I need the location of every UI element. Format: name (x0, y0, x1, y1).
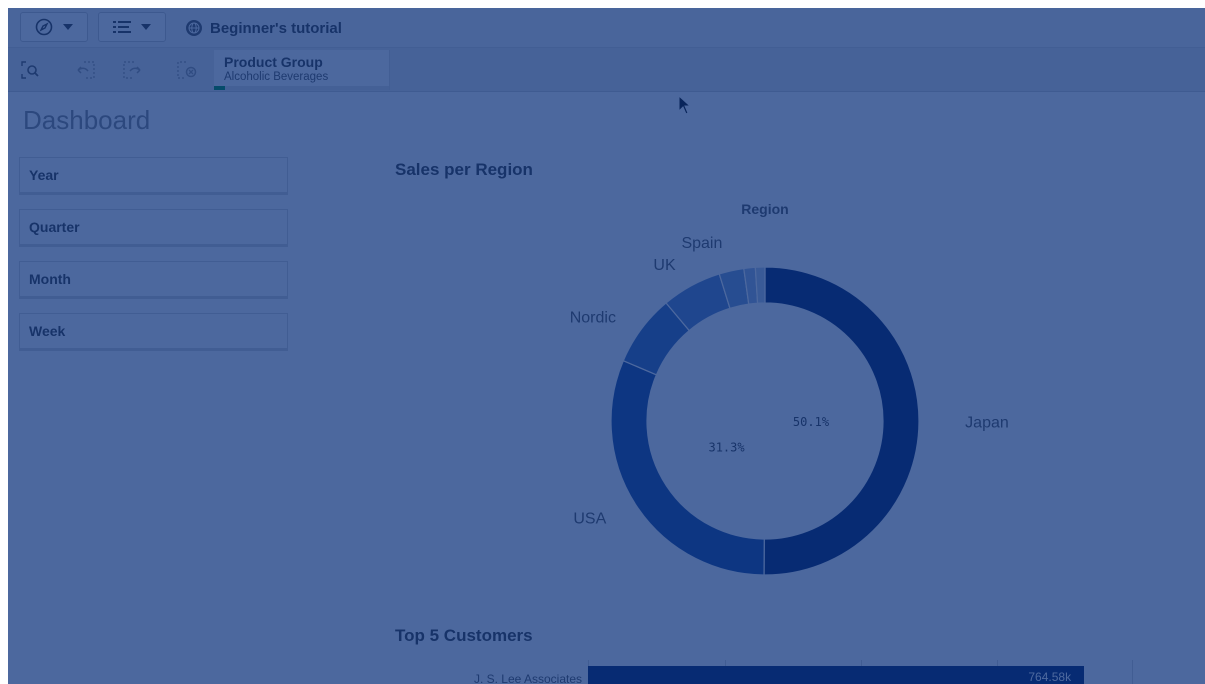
bar-category-label: J. S. Lee Associates (473, 672, 582, 684)
selection-bar: Product Group Alcoholic Beverages (8, 48, 1205, 92)
donut-slice-usa[interactable] (610, 359, 765, 576)
chevron-down-icon (141, 23, 151, 31)
mouse-cursor (678, 94, 692, 120)
frame-edge-top (0, 0, 1205, 8)
donut-slice-japan[interactable] (763, 266, 920, 576)
clear-selections-icon[interactable] (174, 58, 200, 82)
top-toolbar: Beginner's tutorial (8, 8, 1205, 48)
app-window: Beginner's tutorial Product Group Alcoho… (0, 0, 1205, 684)
filter-year[interactable]: Year (19, 157, 288, 195)
step-forward-icon[interactable] (120, 58, 146, 82)
compass-icon (35, 18, 53, 36)
category-label: Japan (965, 415, 1009, 432)
gridline (1132, 660, 1133, 684)
donut-slice-other-6[interactable] (754, 266, 766, 304)
navigation-menu-button[interactable] (20, 12, 88, 42)
category-label: UK (653, 257, 676, 274)
chip-field-value: Alcoholic Beverages (224, 71, 329, 83)
sheets-menu-button[interactable] (98, 12, 166, 42)
data-label: 31.3% (708, 440, 745, 454)
frame-edge-left (0, 0, 8, 684)
bar-value-label: 764.58k (1028, 670, 1072, 684)
selection-chip-product-group[interactable]: Product Group Alcoholic Beverages (214, 50, 390, 90)
chevron-down-icon (63, 23, 73, 31)
bar[interactable] (588, 666, 1085, 684)
filter-quarter[interactable]: Quarter (19, 209, 288, 247)
selection-progress-bar (214, 86, 389, 90)
chip-field-name: Product Group (224, 54, 323, 70)
app-title-text: Beginner's tutorial (210, 19, 342, 37)
app-title: Beginner's tutorial (186, 14, 342, 42)
legend-title: Region (741, 201, 788, 217)
filter-month[interactable]: Month (19, 261, 288, 299)
smart-search-icon[interactable] (18, 58, 44, 82)
data-label: 50.1% (793, 415, 830, 429)
donut-chart[interactable]: Region 50.1% Japan 31.3% USA Nordic UK Spain (560, 195, 1030, 585)
filter-week[interactable]: Week (19, 313, 288, 351)
sheet-title: Dashboard (23, 105, 151, 135)
bar-chart[interactable]: 764.58k (588, 660, 1133, 684)
donut-chart-title: Sales per Region (395, 160, 533, 179)
selection-progress-fill (214, 86, 225, 90)
bar-chart-title: Top 5 Customers (395, 626, 533, 645)
globe-icon (186, 20, 202, 36)
category-label: Nordic (570, 309, 616, 326)
category-label: Spain (681, 235, 722, 252)
list-icon (113, 20, 131, 34)
step-back-icon[interactable] (72, 58, 98, 82)
category-label: USA (573, 510, 606, 527)
